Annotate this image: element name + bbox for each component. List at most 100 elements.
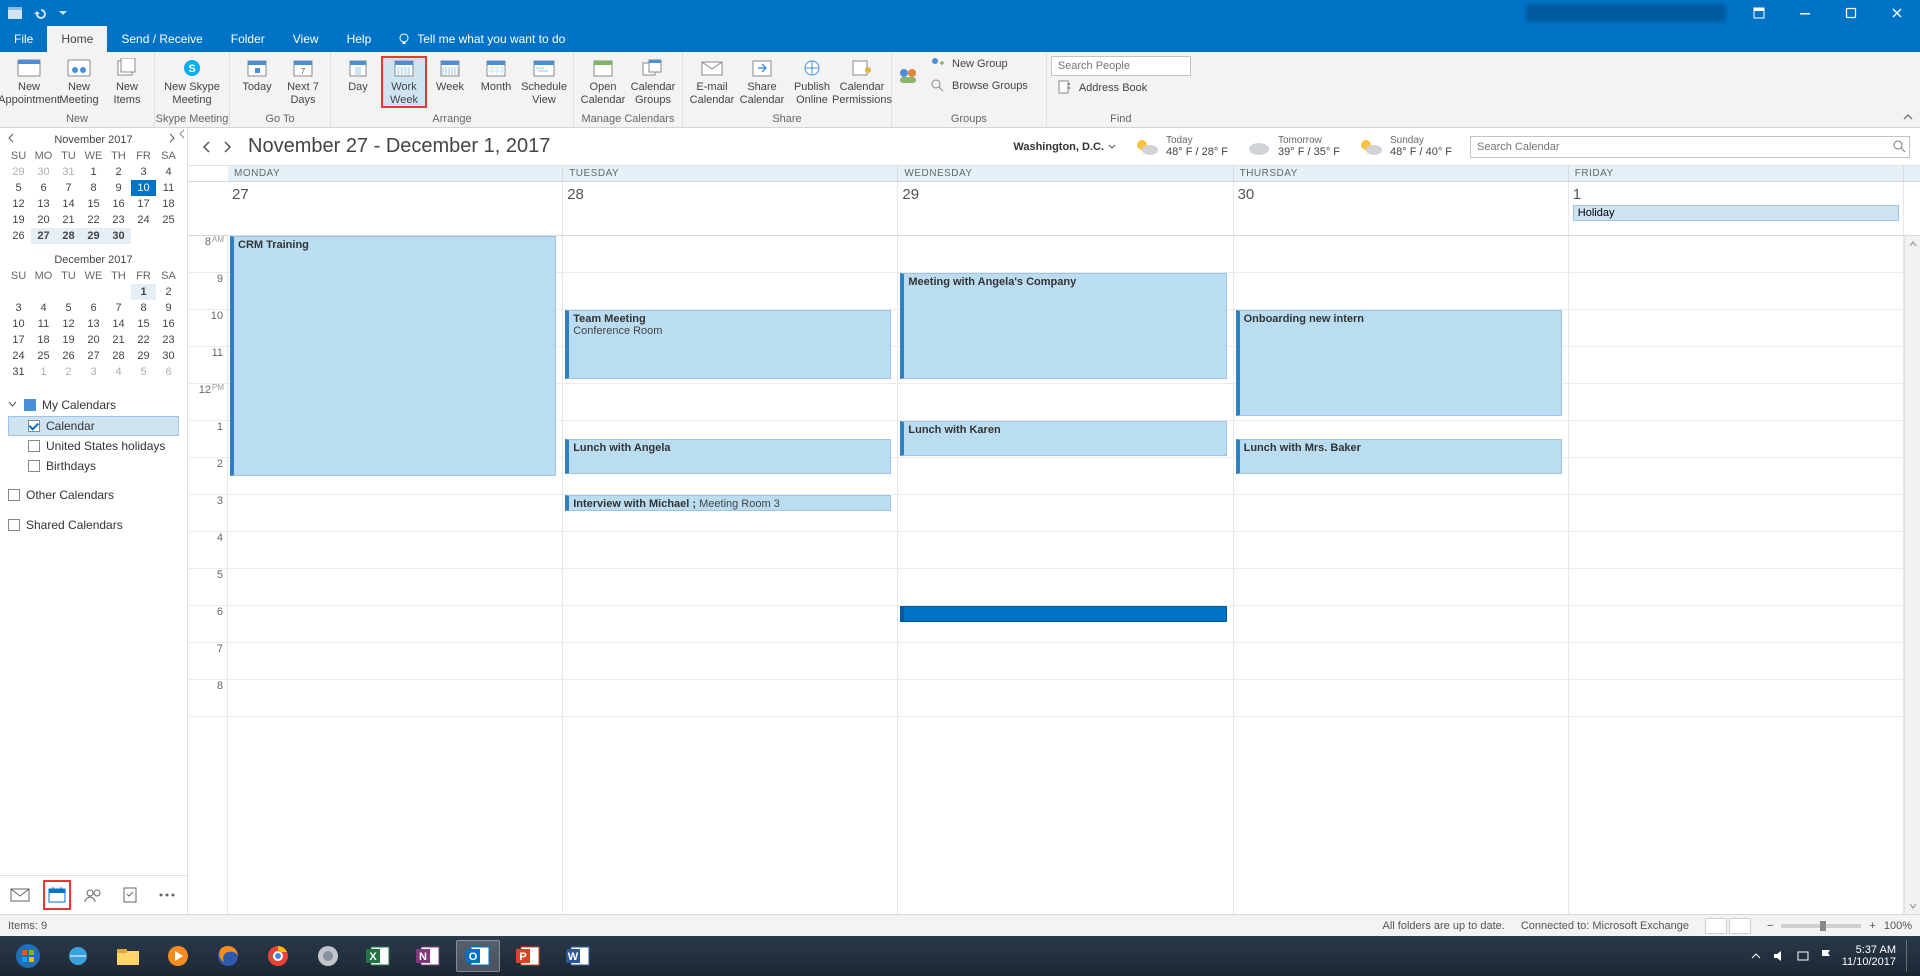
day-column[interactable]: Team MeetingConference Room Lunch with An…	[563, 236, 898, 914]
mini-day[interactable]: 4	[31, 300, 56, 316]
firefox-icon[interactable]	[206, 940, 250, 972]
ribbon-display-options[interactable]	[1736, 0, 1782, 26]
mini-day[interactable]: 28	[56, 228, 81, 244]
undo-icon[interactable]	[30, 4, 48, 22]
checkbox-icon[interactable]	[28, 440, 40, 452]
tray-chevron-icon[interactable]	[1750, 950, 1762, 962]
tray-network-icon[interactable]	[1796, 949, 1810, 963]
share-calendar-button[interactable]: Share Calendar	[737, 56, 787, 108]
people-nav-icon[interactable]	[81, 882, 106, 908]
collapse-ribbon-icon[interactable]	[1902, 111, 1914, 123]
mini-day[interactable]: 30	[106, 228, 131, 244]
day-column[interactable]: Onboarding new intern Lunch with Mrs. Bak…	[1234, 236, 1569, 914]
calendar-event[interactable]: Team MeetingConference Room	[565, 310, 891, 379]
mini-day[interactable]: 9	[156, 300, 181, 316]
mini-day[interactable]: 2	[156, 284, 181, 300]
time-grid[interactable]: 8AM9101112PM12345678 CRM TrainingTeam Me…	[188, 236, 1920, 914]
calendar-event[interactable]: Lunch with Mrs. Baker	[1236, 439, 1562, 474]
checkbox-icon[interactable]	[8, 519, 20, 531]
calendar-event[interactable]: Lunch with Angela	[565, 439, 891, 474]
day-column[interactable]: CRM Training	[228, 236, 563, 914]
mini-day[interactable]: 1	[31, 364, 56, 380]
mini-day[interactable]: 27	[31, 228, 56, 244]
mini-day[interactable]: 29	[131, 348, 156, 364]
mini-day[interactable]: 23	[106, 212, 131, 228]
work-week-view-button[interactable]: Work Week	[381, 56, 427, 108]
mini-day[interactable]: 13	[31, 196, 56, 212]
qat-customize-icon[interactable]	[54, 4, 72, 22]
day-column[interactable]	[1569, 236, 1904, 914]
checkbox-icon[interactable]	[28, 420, 40, 432]
tab-home[interactable]: Home	[47, 26, 107, 52]
mini-day[interactable]: 2	[106, 164, 131, 180]
mini-day[interactable]: 31	[6, 364, 31, 380]
schedule-view-button[interactable]: Schedule View	[519, 56, 569, 108]
mini-day[interactable]	[6, 284, 31, 300]
mini-day[interactable]: 20	[81, 332, 106, 348]
mini-day[interactable]: 15	[81, 196, 106, 212]
mini-day[interactable]: 19	[6, 212, 31, 228]
minimize-button[interactable]	[1782, 0, 1828, 26]
excel-icon[interactable]: X	[356, 940, 400, 972]
weather-location[interactable]: Washington, D.C.	[1013, 141, 1116, 153]
search-people-input[interactable]	[1051, 56, 1191, 76]
tray-flag-icon[interactable]	[1820, 949, 1832, 963]
mini-day[interactable]: 14	[106, 316, 131, 332]
mini-day[interactable]: 7	[56, 180, 81, 196]
allday-event[interactable]: Holiday	[1573, 205, 1899, 221]
tree-group-shared-calendars[interactable]: Shared Calendars	[8, 514, 179, 536]
mini-day[interactable]: 18	[156, 196, 181, 212]
new-group-button[interactable]: New Group	[924, 54, 1034, 74]
mini-day[interactable]: 5	[56, 300, 81, 316]
mini-day[interactable]: 4	[156, 164, 181, 180]
mail-nav-icon[interactable]	[8, 882, 33, 908]
file-explorer-icon[interactable]	[106, 940, 150, 972]
mini-day[interactable]: 2	[56, 364, 81, 380]
address-book-button[interactable]: Address Book	[1051, 78, 1153, 98]
mini-day[interactable]: 20	[31, 212, 56, 228]
today-button[interactable]: Today	[234, 56, 280, 96]
mini-day[interactable]: 3	[6, 300, 31, 316]
browse-groups-button[interactable]: Browse Groups	[924, 76, 1034, 96]
zoom-in-icon[interactable]: +	[1869, 920, 1875, 932]
calendar-nav-icon[interactable]	[45, 882, 70, 908]
mini-day[interactable]: 3	[131, 164, 156, 180]
zoom-out-icon[interactable]: −	[1767, 920, 1773, 932]
tree-group-other-calendars[interactable]: Other Calendars	[8, 484, 179, 506]
calendar-groups-button[interactable]: Calendar Groups	[628, 56, 678, 108]
calendar-event[interactable]: Onboarding new intern	[1236, 310, 1562, 416]
tree-item-calendar[interactable]: Calendar	[8, 416, 179, 436]
mini-day[interactable]: 26	[56, 348, 81, 364]
mini-day[interactable]: 8	[131, 300, 156, 316]
calendar-event[interactable]: Interview with Michael ; Meeting Room 3	[565, 495, 891, 511]
calendar-event[interactable]: Meeting with Angela's Company	[900, 273, 1226, 379]
mini-day[interactable]: 12	[56, 316, 81, 332]
allday-cell[interactable]: 1Holiday	[1569, 182, 1904, 235]
mini-day[interactable]: 9	[106, 180, 131, 196]
mini-day[interactable]	[56, 284, 81, 300]
mini-day[interactable]: 4	[106, 364, 131, 380]
tray-volume-icon[interactable]	[1772, 949, 1786, 963]
tree-item-us-holidays[interactable]: United States holidays	[8, 436, 179, 456]
checkbox-icon[interactable]	[8, 489, 20, 501]
powerpoint-icon[interactable]: P	[506, 940, 550, 972]
mini-day[interactable]: 31	[56, 164, 81, 180]
prev-month-icon[interactable]	[6, 133, 20, 147]
maximize-button[interactable]	[1828, 0, 1874, 26]
mini-day[interactable]: 27	[81, 348, 106, 364]
mini-day[interactable]: 14	[56, 196, 81, 212]
mini-day[interactable]: 22	[131, 332, 156, 348]
more-nav-icon[interactable]	[154, 882, 179, 908]
system-clock[interactable]: 5:37 AM 11/10/2017	[1842, 944, 1896, 968]
ie-icon[interactable]	[56, 940, 100, 972]
tab-view[interactable]: View	[279, 26, 333, 52]
tab-help[interactable]: Help	[333, 26, 386, 52]
mini-day[interactable]: 30	[31, 164, 56, 180]
mini-day[interactable]: 10	[131, 180, 156, 196]
mini-day[interactable]: 16	[106, 196, 131, 212]
scroll-up-icon[interactable]	[1905, 236, 1920, 252]
day-view-button[interactable]: Day	[335, 56, 381, 96]
new-meeting-button[interactable]: New Meeting	[54, 56, 104, 108]
calendar-event[interactable]: Lunch with Karen	[900, 421, 1226, 456]
mini-day[interactable]: 6	[81, 300, 106, 316]
